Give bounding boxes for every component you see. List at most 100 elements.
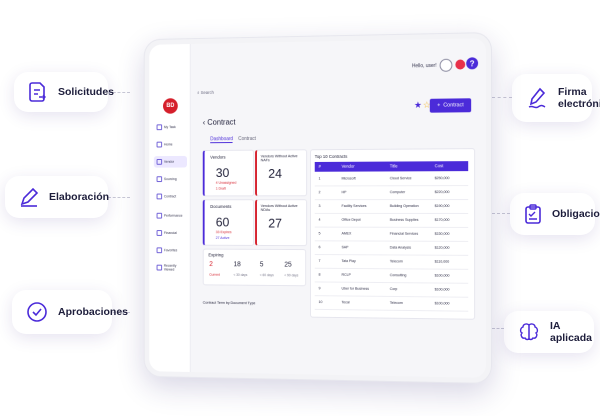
- vendors-without-nafs-title: Vendors Without Active NAFs: [261, 154, 306, 162]
- table-cell: Microsoft: [342, 177, 356, 181]
- top-contracts-title: Top 10 Contracts: [315, 154, 348, 159]
- table-row[interactable]: 3 Facility Services Building Operation $190…: [315, 199, 468, 214]
- sidebar-item-contract[interactable]: Contract: [154, 191, 187, 203]
- task-icon: [157, 124, 163, 130]
- expiring-label: < 60 days: [260, 273, 274, 277]
- table-cell: $220,000: [435, 190, 450, 194]
- table-row[interactable]: 10 Tecal Telecom $100,000: [315, 295, 468, 312]
- header-num: #: [319, 164, 321, 169]
- expiring-label: < 30 days: [234, 273, 248, 277]
- vendors-value: 30: [216, 165, 229, 180]
- search-input[interactable]: ⌕ Search: [197, 90, 214, 95]
- table-cell: $250,000: [435, 176, 450, 180]
- notification-icon[interactable]: [455, 59, 465, 69]
- document-arrow-icon: [28, 81, 48, 103]
- table-cell: Tecal: [342, 300, 350, 304]
- sidebar-item-home[interactable]: Home: [154, 139, 187, 151]
- feature-label: Obligaciones: [552, 208, 600, 220]
- new-contract-label: Contract: [443, 102, 463, 108]
- vendors-without-ndas-card[interactable]: Vendors Without Active NDAs 27: [255, 199, 307, 246]
- sidebar-item-performance[interactable]: Performance: [154, 210, 187, 222]
- new-contract-button[interactable]: + Contract: [430, 98, 471, 112]
- sidebar-item-financial[interactable]: Financial: [154, 227, 187, 239]
- documents-line1: 33 Expires: [216, 230, 232, 234]
- table-cell: $100,000: [435, 287, 450, 291]
- table-cell: Tata Play: [342, 259, 356, 263]
- expiring-value: 18: [234, 261, 241, 268]
- clipboard-check-icon: [524, 203, 542, 225]
- sidebar-item-label: Home: [164, 143, 173, 147]
- help-icon[interactable]: ?: [466, 57, 478, 69]
- contract-icon: [157, 194, 163, 200]
- table-header: # Vendor Title Cost: [315, 161, 468, 172]
- sidebar-item-label: My Task: [164, 125, 176, 129]
- tab-contract[interactable]: Contract: [238, 136, 256, 142]
- sidebar-item-recently-viewed[interactable]: Recently Viewed: [154, 262, 187, 274]
- table-cell: Cloud Service: [390, 176, 412, 180]
- app-screen: BD My Task Home Vendor Sourcing Contract…: [149, 38, 486, 378]
- table-cell: $190,000: [435, 204, 450, 208]
- sidebar-item-label: Favorites: [164, 248, 177, 252]
- expiring-value: 5: [260, 262, 264, 269]
- tab-dashboard[interactable]: Dashboard: [210, 136, 233, 143]
- table-cell: 6: [319, 245, 321, 249]
- top-contracts-card: Top 10 Contracts # Vendor Title Cost 1 Mi…: [310, 148, 475, 320]
- feature-aprobaciones: Aprobaciones: [12, 290, 112, 334]
- sidebar-item-label: Sourcing: [164, 177, 177, 181]
- vendor-icon: [157, 159, 163, 165]
- table-cell: SAP: [342, 245, 349, 249]
- table-cell: HP: [342, 190, 347, 194]
- table-cell: Financial Services: [390, 232, 418, 236]
- feature-solicitudes: Solicitudes: [14, 72, 108, 112]
- page-title: ‹ Contract: [203, 118, 236, 127]
- performance-icon: [157, 213, 163, 219]
- table-cell: Business Supplies: [390, 218, 419, 222]
- table-cell: Telecom: [390, 259, 403, 263]
- vendors-line1: 4 Unassigned: [216, 181, 237, 185]
- sourcing-icon: [157, 176, 163, 182]
- documents-value: 60: [216, 215, 229, 230]
- feature-label: Elaboración: [49, 191, 109, 203]
- avatar[interactable]: [440, 59, 453, 72]
- sidebar-item-favorites[interactable]: Favorites: [154, 244, 187, 256]
- vendors-card[interactable]: Vendors 30 4 Unassigned 1 Draft: [203, 150, 254, 197]
- table-cell: 2: [319, 190, 321, 194]
- page-title-text: Contract: [207, 118, 235, 127]
- tablet-mockup: BD My Task Home Vendor Sourcing Contract…: [144, 32, 492, 384]
- feature-elaboracion: Elaboración: [5, 176, 108, 218]
- table-cell: Computer: [390, 190, 405, 194]
- sidebar-item-my-task[interactable]: My Task: [154, 121, 187, 133]
- table-cell: $150,000: [435, 232, 450, 236]
- vendors-line2: 1 Draft: [216, 187, 226, 191]
- financial-icon: [157, 230, 163, 236]
- table-cell: RCLP: [342, 273, 351, 277]
- sidebar-item-sourcing[interactable]: Sourcing: [154, 173, 187, 185]
- table-cell: Data Analysis: [390, 246, 411, 250]
- header-cost: Cost: [435, 163, 444, 168]
- feature-ia: IA aplicada: [504, 311, 594, 353]
- sidebar-item-vendor[interactable]: Vendor: [154, 156, 187, 168]
- table-cell: $100,000: [435, 301, 450, 305]
- feature-firma: Firma electrónica: [512, 74, 592, 122]
- feature-label: IA aplicada: [550, 320, 592, 344]
- search-label: Search: [201, 90, 214, 95]
- expiring-card[interactable]: Expiring 2 Current 18 < 30 days 5 < 60 d…: [203, 249, 306, 287]
- table-cell: 4: [319, 218, 321, 222]
- feature-label: Firma: [558, 86, 600, 98]
- expiring-value: 25: [284, 262, 291, 269]
- sidebar: BD My Task Home Vendor Sourcing Contract…: [149, 44, 190, 372]
- header-title: Title: [390, 163, 398, 168]
- table-cell: $100,000: [435, 274, 450, 278]
- vendors-without-nafs-card[interactable]: Vendors Without Active NAFs 24: [255, 149, 307, 196]
- table-cell: 9: [319, 286, 321, 290]
- feature-label: Aprobaciones: [58, 306, 128, 318]
- greeting: Hello, user!: [412, 63, 437, 69]
- table-row[interactable]: 2 HP Computer $220,000: [315, 185, 468, 200]
- table-cell: 1: [319, 177, 321, 181]
- expiring-label: Current: [209, 273, 220, 277]
- sidebar-item-label: Financial: [164, 231, 177, 235]
- star-icon[interactable]: ★: [414, 101, 422, 110]
- vendors-without-ndas-title: Vendors Without Active NDAs: [261, 204, 306, 212]
- documents-card[interactable]: Documents 60 33 Expires 27 Active: [203, 199, 254, 246]
- clock-icon: [157, 265, 162, 271]
